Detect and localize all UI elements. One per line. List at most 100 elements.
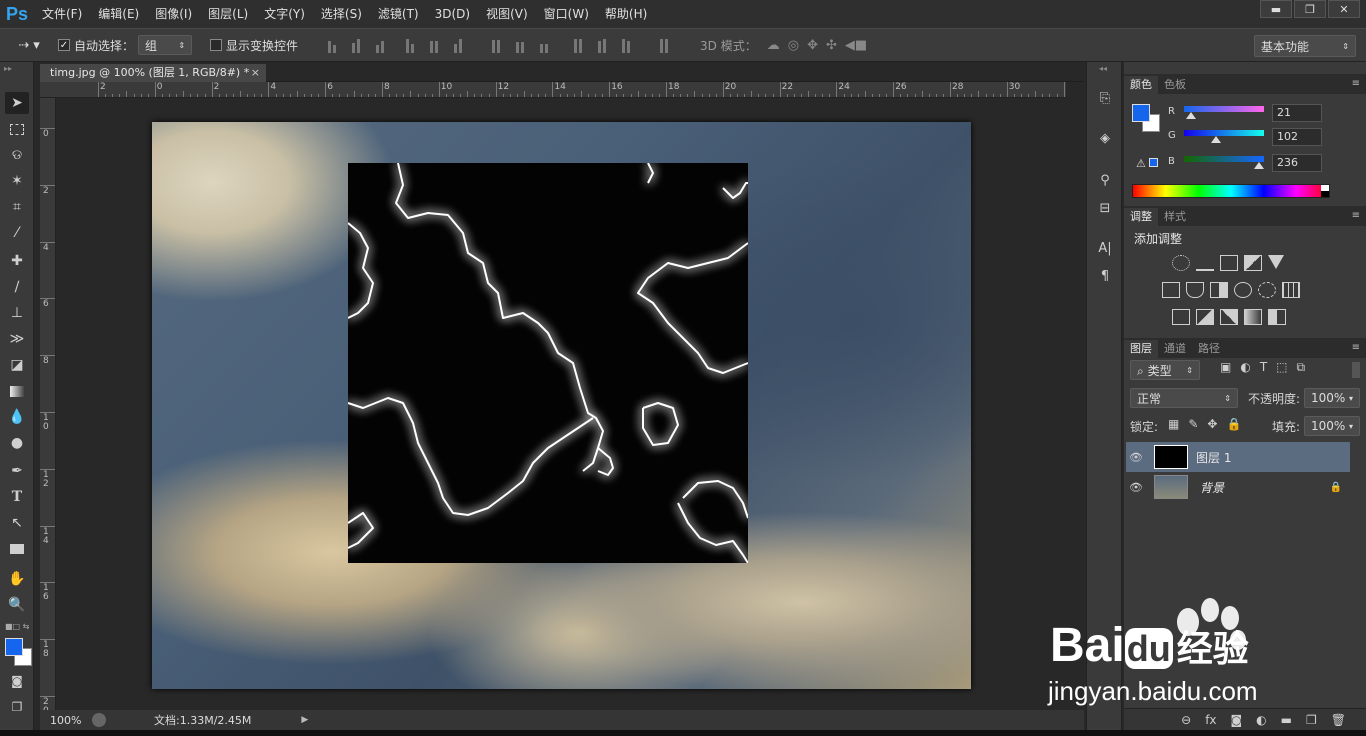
gradient-map-icon[interactable] bbox=[1244, 309, 1262, 325]
quick-mask-icon[interactable]: ◙ bbox=[5, 670, 29, 692]
menu-select[interactable]: 选择(S) bbox=[313, 0, 370, 28]
menu-window[interactable]: 窗口(W) bbox=[536, 0, 597, 28]
tab-paths[interactable]: 路径 bbox=[1192, 340, 1226, 358]
adjust-panel-menu-icon[interactable]: ≡ bbox=[1352, 210, 1360, 221]
b-slider-thumb[interactable] bbox=[1254, 162, 1264, 169]
align-left-icon[interactable] bbox=[402, 37, 418, 53]
selective-color-icon[interactable] bbox=[1268, 309, 1286, 325]
marquee-tool-icon[interactable] bbox=[5, 118, 29, 140]
workspace-dropdown[interactable]: 基本功能 ⇕ bbox=[1254, 35, 1356, 57]
r-slider-track[interactable] bbox=[1184, 106, 1264, 112]
distribute-vcenter-icon[interactable] bbox=[512, 37, 528, 53]
menu-layer[interactable]: 图层(L) bbox=[200, 0, 256, 28]
menu-file[interactable]: 文件(F) bbox=[34, 0, 90, 28]
tab-styles[interactable]: 样式 bbox=[1158, 208, 1192, 226]
paragraph-panel-icon[interactable]: ¶ bbox=[1095, 266, 1115, 286]
link-layers-icon[interactable]: ⊖ bbox=[1181, 713, 1191, 727]
filter-adjustment-icon[interactable]: ◐ bbox=[1240, 360, 1250, 375]
eraser-icon[interactable]: ◪ bbox=[5, 354, 29, 376]
document-image[interactable] bbox=[152, 122, 971, 689]
path-select-icon[interactable]: ↖ bbox=[5, 512, 29, 534]
channel-mixer-icon[interactable] bbox=[1258, 282, 1276, 298]
lock-position-icon[interactable]: ✥ bbox=[1207, 417, 1217, 431]
tab-adjustments[interactable]: 调整 bbox=[1124, 208, 1158, 226]
b-value[interactable]: 236 bbox=[1272, 154, 1322, 172]
menu-edit[interactable]: 编辑(E) bbox=[90, 0, 147, 28]
exposure-icon[interactable] bbox=[1244, 255, 1262, 271]
tab-color[interactable]: 颜色 bbox=[1124, 76, 1158, 94]
align-bottom-icon[interactable] bbox=[372, 37, 388, 53]
close-button[interactable]: ✕ bbox=[1328, 0, 1360, 18]
filter-toggle[interactable] bbox=[1352, 362, 1360, 378]
tab-layers[interactable]: 图层 bbox=[1124, 340, 1158, 358]
layer-1-lightning[interactable] bbox=[348, 163, 748, 563]
lock-all-icon[interactable]: 🔒 bbox=[1226, 417, 1241, 431]
gamut-warning-icon[interactable]: ⚠ bbox=[1136, 157, 1158, 170]
dodge-tool-icon[interactable]: ● bbox=[5, 432, 29, 454]
lasso-tool-icon[interactable]: ଡ bbox=[5, 144, 29, 166]
tab-swatches[interactable]: 色板 bbox=[1158, 76, 1192, 94]
3d-orbit-icon[interactable]: ☁ bbox=[767, 38, 780, 53]
distribute-right-icon[interactable] bbox=[618, 37, 634, 53]
zoom-tool-icon[interactable]: 🔍 bbox=[5, 594, 29, 616]
layer-style-icon[interactable]: fx bbox=[1205, 713, 1216, 727]
healing-brush-icon[interactable]: ✚ bbox=[5, 250, 29, 272]
minimize-button[interactable]: ▬ bbox=[1260, 0, 1292, 18]
blend-mode-dropdown[interactable]: 正常 ⇕ bbox=[1130, 388, 1238, 408]
brush-presets-icon[interactable]: ⊟ bbox=[1095, 198, 1115, 218]
align-top-icon[interactable] bbox=[324, 37, 340, 53]
move-tool-icon[interactable]: ➤ bbox=[5, 92, 29, 114]
threshold-icon[interactable] bbox=[1220, 309, 1238, 325]
foreground-color-swatch[interactable] bbox=[5, 638, 23, 656]
history-brush-icon[interactable]: ≫ bbox=[5, 328, 29, 350]
show-transform-checkbox[interactable] bbox=[210, 39, 223, 51]
toolbar-collapse-icon[interactable]: ▸▸ bbox=[4, 64, 12, 73]
align-vcenter-icon[interactable] bbox=[348, 37, 364, 53]
menu-help[interactable]: 帮助(H) bbox=[597, 0, 655, 28]
posterize-icon[interactable] bbox=[1196, 309, 1214, 325]
screen-mode-icon[interactable]: ❐ bbox=[5, 696, 29, 718]
dock-collapse-icon[interactable]: ◂◂ bbox=[1099, 64, 1107, 73]
black-white-icon[interactable] bbox=[1210, 282, 1228, 298]
zoom-level[interactable]: 100% bbox=[40, 714, 88, 727]
color-balance-icon[interactable] bbox=[1186, 282, 1204, 298]
3d-slide-icon[interactable]: ✣ bbox=[826, 38, 837, 53]
crop-tool-icon[interactable]: ⌗ bbox=[5, 196, 29, 218]
layer-row-background[interactable]: 👁 背景 🔒 bbox=[1126, 472, 1350, 502]
auto-select-dropdown[interactable]: 组 ⇕ bbox=[138, 35, 193, 55]
visibility-eye-icon[interactable]: 👁 bbox=[1126, 451, 1146, 464]
gradient-tool-icon[interactable] bbox=[5, 380, 29, 402]
status-share-icon[interactable] bbox=[92, 713, 106, 727]
levels-icon[interactable] bbox=[1196, 255, 1214, 271]
3d-scale-icon[interactable]: ◀■ bbox=[845, 38, 867, 53]
b-slider-track[interactable] bbox=[1184, 156, 1264, 162]
lock-transparent-icon[interactable]: ▦ bbox=[1168, 417, 1179, 431]
color-panel-menu-icon[interactable]: ≡ bbox=[1352, 78, 1360, 89]
hand-tool-icon[interactable]: ✋ bbox=[5, 568, 29, 590]
photo-filter-icon[interactable] bbox=[1234, 282, 1252, 298]
restore-button[interactable]: ❐ bbox=[1294, 0, 1326, 18]
3d-panel-icon[interactable]: ◈ bbox=[1095, 128, 1115, 148]
filter-smart-icon[interactable]: ⧉ bbox=[1297, 360, 1306, 375]
delete-layer-icon[interactable]: 🗑 bbox=[1331, 713, 1346, 727]
clone-stamp-icon[interactable]: ⊥ bbox=[5, 302, 29, 324]
align-right-icon[interactable] bbox=[450, 37, 466, 53]
distribute-left-icon[interactable] bbox=[570, 37, 586, 53]
distribute-bottom-icon[interactable] bbox=[536, 37, 552, 53]
auto-align-icon[interactable] bbox=[656, 37, 672, 53]
new-group-icon[interactable]: ▬ bbox=[1281, 713, 1292, 727]
vibrance-icon[interactable] bbox=[1268, 255, 1284, 269]
visibility-eye-icon[interactable]: 👁 bbox=[1126, 481, 1146, 494]
rectangle-tool-icon[interactable] bbox=[5, 538, 29, 560]
menu-type[interactable]: 文字(Y) bbox=[256, 0, 313, 28]
menu-view[interactable]: 视图(V) bbox=[478, 0, 536, 28]
brush-panel-icon[interactable]: ⚲ bbox=[1095, 170, 1115, 190]
distribute-hcenter-icon[interactable] bbox=[594, 37, 610, 53]
brush-tool-icon[interactable]: ∕ bbox=[5, 276, 29, 298]
filter-type-icon[interactable]: T bbox=[1260, 360, 1267, 375]
filter-shape-icon[interactable]: ⬚ bbox=[1276, 360, 1287, 375]
opacity-field[interactable]: 100% ▾ bbox=[1304, 388, 1360, 408]
layer-filter-dropdown[interactable]: ⌕ 类型 ⇕ bbox=[1130, 360, 1200, 380]
brightness-contrast-icon[interactable] bbox=[1172, 255, 1190, 271]
color-spectrum-bar[interactable] bbox=[1132, 184, 1330, 198]
